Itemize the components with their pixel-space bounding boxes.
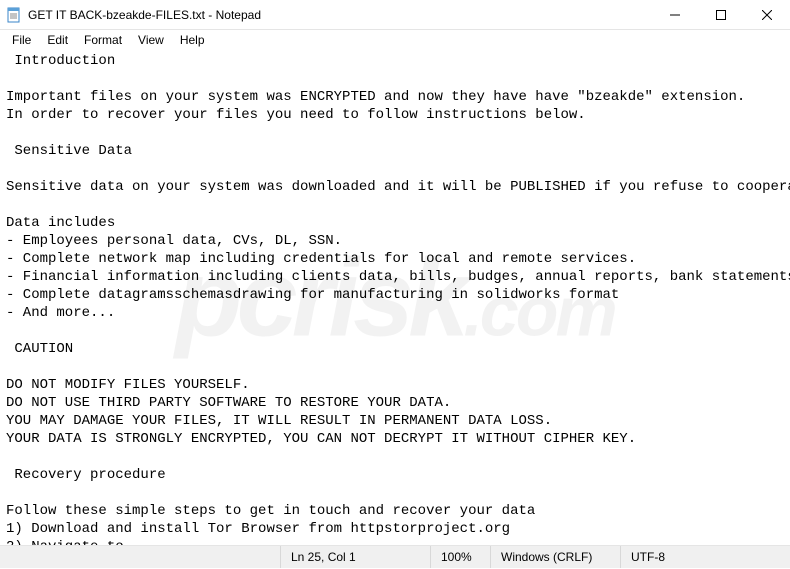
status-zoom: 100% xyxy=(430,546,490,568)
window-controls xyxy=(652,0,790,29)
close-button[interactable] xyxy=(744,0,790,30)
menu-view[interactable]: View xyxy=(130,32,172,48)
menu-file[interactable]: File xyxy=(4,32,39,48)
menu-format[interactable]: Format xyxy=(76,32,130,48)
window-title: GET IT BACK-bzeakde-FILES.txt - Notepad xyxy=(28,8,652,22)
menu-help[interactable]: Help xyxy=(172,32,213,48)
status-position: Ln 25, Col 1 xyxy=(280,546,430,568)
editor-area[interactable]: pcrisk.com Introduction Important files … xyxy=(0,50,790,545)
menu-edit[interactable]: Edit xyxy=(39,32,76,48)
status-encoding: UTF-8 xyxy=(620,546,790,568)
statusbar: Ln 25, Col 1 100% Windows (CRLF) UTF-8 xyxy=(0,545,790,568)
document-text[interactable]: Introduction Important files on your sys… xyxy=(0,50,790,545)
status-spacer-left xyxy=(0,546,280,568)
notepad-icon xyxy=(6,7,22,23)
status-line-ending: Windows (CRLF) xyxy=(490,546,620,568)
titlebar: GET IT BACK-bzeakde-FILES.txt - Notepad xyxy=(0,0,790,30)
menubar: File Edit Format View Help xyxy=(0,30,790,50)
minimize-button[interactable] xyxy=(652,0,698,30)
maximize-button[interactable] xyxy=(698,0,744,30)
